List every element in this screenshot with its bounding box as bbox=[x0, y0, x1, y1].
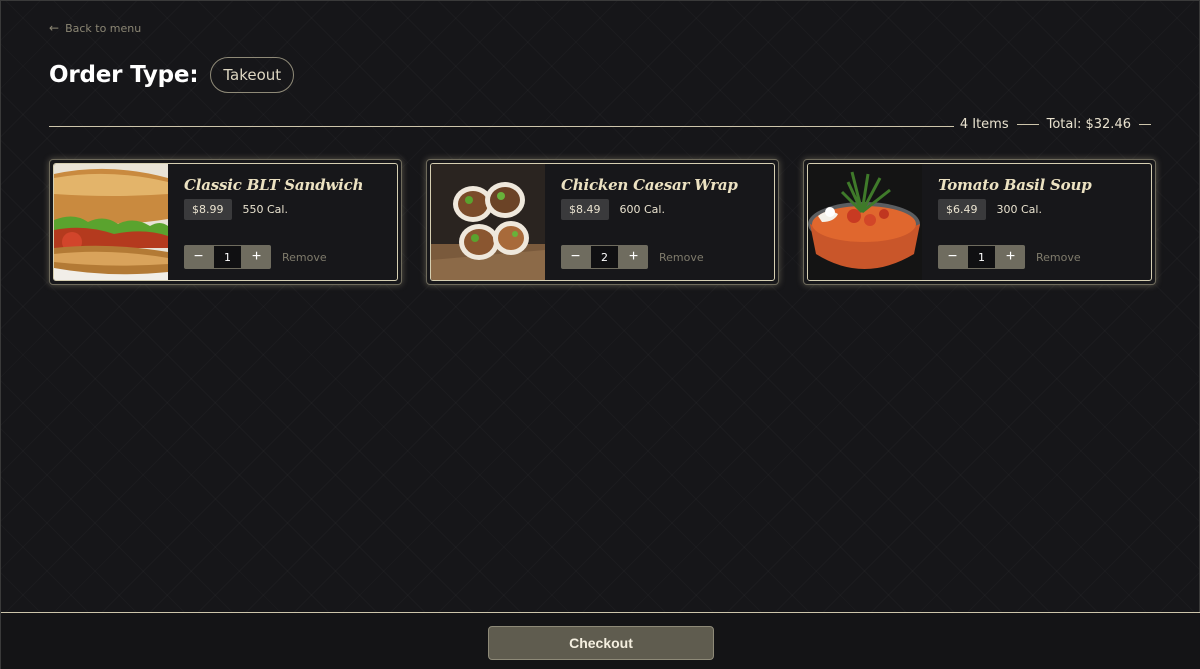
cart-item-card: Chicken Caesar Wrap $8.49 600 Cal. − 2 +… bbox=[426, 159, 779, 285]
item-controls: − 1 + Remove bbox=[938, 245, 1081, 269]
increase-quantity-button[interactable]: + bbox=[242, 245, 271, 269]
decrease-quantity-button[interactable]: − bbox=[938, 245, 967, 269]
increase-quantity-button[interactable]: + bbox=[996, 245, 1025, 269]
quantity-value: 1 bbox=[213, 245, 242, 269]
cart-item-body: Tomato Basil Soup $6.49 300 Cal. − 1 + R… bbox=[922, 164, 1151, 280]
order-type-header: Order Type: Takeout bbox=[49, 57, 295, 93]
order-type-heading: Order Type: bbox=[49, 62, 199, 88]
item-price: $6.49 bbox=[938, 199, 986, 220]
cart-item-frame: Tomato Basil Soup $6.49 300 Cal. − 1 + R… bbox=[807, 163, 1152, 281]
order-type-pill[interactable]: Takeout bbox=[210, 57, 295, 93]
cart-item-frame: Chicken Caesar Wrap $8.49 600 Cal. − 2 +… bbox=[430, 163, 775, 281]
tomato-soup-photo bbox=[808, 164, 922, 280]
item-meta: $8.99 550 Cal. bbox=[184, 199, 381, 220]
checkout-button[interactable]: Checkout bbox=[488, 626, 714, 660]
summary-dash bbox=[1016, 124, 1039, 125]
item-name: Chicken Caesar Wrap bbox=[561, 176, 738, 194]
decrease-quantity-button[interactable]: − bbox=[184, 245, 213, 269]
item-name: Tomato Basil Soup bbox=[938, 176, 1092, 194]
remove-item-button[interactable]: Remove bbox=[1036, 251, 1081, 264]
item-price: $8.99 bbox=[184, 199, 232, 220]
item-calories: 600 Cal. bbox=[619, 203, 665, 216]
blt-sandwich-photo bbox=[54, 164, 168, 280]
quantity-stepper: − 1 + bbox=[938, 245, 1025, 269]
item-controls: − 1 + Remove bbox=[184, 245, 327, 269]
order-total: Total: $32.46 bbox=[1046, 117, 1131, 132]
cart-item-body: Classic BLT Sandwich $8.99 550 Cal. − 1 … bbox=[168, 164, 397, 280]
cart-item-card: Classic BLT Sandwich $8.99 550 Cal. − 1 … bbox=[49, 159, 402, 285]
quantity-value: 1 bbox=[967, 245, 996, 269]
summary-dash-end bbox=[1139, 124, 1151, 125]
cart-item-body: Chicken Caesar Wrap $8.49 600 Cal. − 2 +… bbox=[545, 164, 774, 280]
quantity-stepper: − 1 + bbox=[184, 245, 271, 269]
item-name: Classic BLT Sandwich bbox=[184, 176, 364, 194]
chicken-wrap-photo bbox=[431, 164, 545, 280]
item-calories: 550 Cal. bbox=[242, 203, 288, 216]
item-calories: 300 Cal. bbox=[996, 203, 1042, 216]
checkout-footer: Checkout bbox=[1, 612, 1200, 669]
back-to-menu-link[interactable]: ← Back to menu bbox=[49, 21, 141, 35]
order-summary: 4 Items Total: $32.46 bbox=[960, 117, 1151, 132]
item-controls: − 2 + Remove bbox=[561, 245, 704, 269]
remove-item-button[interactable]: Remove bbox=[282, 251, 327, 264]
item-price: $8.49 bbox=[561, 199, 609, 220]
remove-item-button[interactable]: Remove bbox=[659, 251, 704, 264]
quantity-value: 2 bbox=[590, 245, 619, 269]
item-meta: $6.49 300 Cal. bbox=[938, 199, 1135, 220]
item-meta: $8.49 600 Cal. bbox=[561, 199, 758, 220]
summary-divider-line bbox=[49, 126, 954, 127]
increase-quantity-button[interactable]: + bbox=[619, 245, 648, 269]
back-to-menu-label: Back to menu bbox=[65, 21, 142, 35]
arrow-left-icon: ← bbox=[49, 21, 60, 35]
decrease-quantity-button[interactable]: − bbox=[561, 245, 590, 269]
quantity-stepper: − 2 + bbox=[561, 245, 648, 269]
item-count: 4 Items bbox=[959, 117, 1009, 132]
cart-item-frame: Classic BLT Sandwich $8.99 550 Cal. − 1 … bbox=[53, 163, 398, 281]
cart-item-card: Tomato Basil Soup $6.49 300 Cal. − 1 + R… bbox=[803, 159, 1156, 285]
cart-items: Classic BLT Sandwich $8.99 550 Cal. − 1 … bbox=[49, 159, 1156, 285]
